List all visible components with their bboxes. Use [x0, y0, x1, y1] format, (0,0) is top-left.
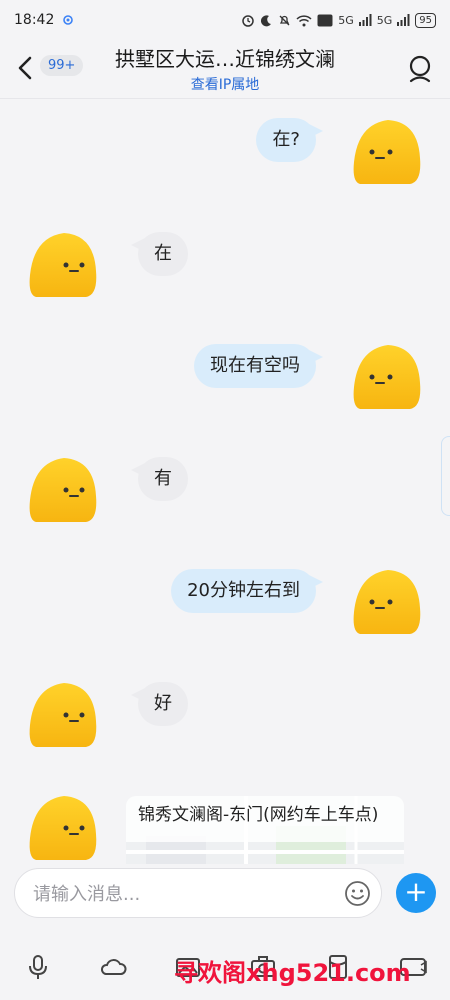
avatar[interactable] — [28, 231, 98, 299]
message-bubble[interactable]: 20分钟左右到 — [171, 569, 323, 613]
status-bar: 18:42 5G 5G 95 — [0, 0, 450, 40]
avatar[interactable] — [28, 456, 98, 524]
avatar[interactable] — [28, 794, 98, 862]
signal-label-2: 5G — [376, 13, 393, 27]
chat-title: 拱墅区大运…近锦绣文澜 — [115, 47, 335, 71]
location-card[interactable]: 锦秀文澜阁-东门(网约车上车点) — [126, 796, 404, 864]
plus-icon[interactable]: + — [396, 873, 436, 913]
message-bubble[interactable]: 有 — [131, 457, 188, 501]
side-drawer-handle[interactable] — [441, 436, 450, 516]
hd-icon — [317, 14, 333, 26]
message-input[interactable] — [31, 869, 335, 919]
profile-icon[interactable] — [406, 54, 434, 84]
cloud-icon[interactable] — [98, 952, 128, 982]
location-title: 锦秀文澜阁-东门(网约车上车点) — [138, 805, 379, 825]
app-notification-icon — [63, 15, 74, 25]
ip-location-link[interactable]: 查看IP属地 — [0, 74, 450, 94]
mute-icon — [279, 15, 290, 25]
battery-level: 95 — [415, 12, 436, 28]
message-bubble[interactable]: 好 — [131, 682, 188, 726]
avatar[interactable] — [352, 118, 422, 186]
moon-icon — [261, 14, 272, 26]
microphone-icon[interactable] — [23, 952, 53, 982]
status-time: 18:42 — [14, 12, 55, 28]
message-list[interactable]: 在? 在 现在有空吗 有 20分钟左右到 好 锦秀文澜阁-东门(网约车上车点) — [0, 98, 450, 864]
chat-header: 99+ 拱墅区大运…近锦绣文澜 查看IP属地 — [0, 40, 450, 99]
avatar[interactable] — [352, 343, 422, 411]
avatar[interactable] — [28, 681, 98, 749]
alarm-icon — [242, 15, 254, 27]
message-input-wrap — [14, 868, 382, 919]
unread-badge[interactable]: 99+ — [40, 55, 84, 76]
message-bubble[interactable]: 现在有空吗 — [194, 344, 323, 388]
watermark: 寻欢阁xhg521.com — [174, 959, 411, 987]
avatar[interactable] — [352, 568, 422, 636]
signal-icon — [358, 14, 372, 26]
message-bubble[interactable]: 在? — [256, 118, 323, 162]
signal-label-1: 5G — [338, 13, 354, 27]
message-bubble[interactable]: 在 — [131, 232, 188, 276]
emoji-icon[interactable] — [344, 880, 371, 907]
wifi-icon — [296, 14, 312, 26]
signal-icon-2 — [397, 14, 410, 26]
